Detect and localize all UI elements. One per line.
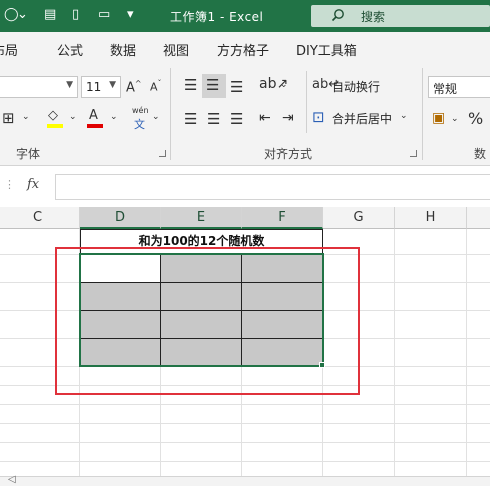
align-middle-button[interactable]: ☰ [202,74,226,98]
tab-fangfang-gezi[interactable]: 方方格子 [217,40,269,59]
font-color-button[interactable]: A [86,108,108,130]
print-preview-icon[interactable]: ▭ [98,7,110,22]
title-bar: ◯ ⌄ ▤ ▯ ▭ ▾ 工作簿1 - Excel 搜索 [0,0,490,32]
font-color-icon: A [89,108,98,123]
align-top-icon[interactable]: ☰ [184,76,197,94]
borders-icon[interactable]: ⊞ [2,109,15,127]
chevron-down-icon: ▼ [66,80,73,90]
tab-page-layout[interactable]: 布局 [0,40,18,59]
chevron-down-icon[interactable]: ⌄ [22,112,30,122]
merge-center-button[interactable]: ⊡ 合并后居中 ⌄ [312,108,417,131]
window-title: 工作簿1 - Excel [170,10,264,24]
new-file-icon[interactable]: ▯ [72,7,79,22]
undo-dropdown-icon[interactable]: ⌄ [17,7,28,22]
chevron-down-icon[interactable]: ⌄ [110,112,118,122]
column-header-g[interactable]: G [323,207,395,229]
sheet-status-bar: ◁ [0,474,490,486]
align-middle-icon: ☰ [206,76,220,94]
chevron-down-icon[interactable]: ⌄ [451,114,459,124]
search-label: 搜索 [361,10,386,24]
group-separator [170,68,171,160]
column-header-d[interactable]: D [80,207,161,229]
tab-formulas[interactable]: 公式 [57,40,83,59]
divider [306,71,307,133]
column-header-f[interactable]: F [242,207,323,229]
number-format-value: 常规 [433,82,458,96]
fill-color-button[interactable]: ◇ [45,108,67,130]
number-format-combo[interactable]: 常规 [428,76,490,98]
align-left-icon[interactable]: ☰ [184,110,197,128]
customize-toolbar-icon[interactable]: ▾ [127,7,134,22]
currency-format-icon[interactable]: ▣ [432,110,445,126]
fill-bucket-icon: ◇ [48,108,58,123]
wrap-text-label: 自动换行 [332,80,381,94]
alignment-group-label: 对齐方式 [264,147,313,161]
align-right-icon[interactable]: ☰ [230,110,243,128]
ribbon-tabs: 布局 公式 数据 视图 方方格子 DIY工具箱 [0,32,490,62]
form-icon[interactable]: ▤ [44,7,56,22]
insert-function-icon[interactable]: fx [27,177,39,192]
font-dialog-launcher-icon[interactable] [159,150,166,157]
font-name-combo[interactable]: ▼ [0,76,78,98]
search-box[interactable]: 搜索 [311,5,490,27]
align-center-icon[interactable]: ☰ [207,110,220,128]
decrease-font-icon[interactable]: Aˇ [150,79,162,94]
align-bottom-icon[interactable]: ☰ [230,78,243,96]
worksheet-grid[interactable]: C D E F G H 和为100的12个随机数 [0,207,490,477]
wrap-text-button[interactable]: ab↵ 自动换行 [312,77,422,99]
merge-cells-icon: ⊡ [312,108,325,126]
formula-input[interactable] [55,174,490,200]
tab-diy-toolbox[interactable]: DIY工具箱 [296,40,357,59]
chevron-down-icon[interactable]: ⌄ [69,112,77,122]
number-group-label: 数 [474,147,487,161]
annotation-highlight-box [55,247,360,395]
phonetic-top: wén [132,106,149,115]
alignment-dialog-launcher-icon[interactable] [410,150,417,157]
column-header-i[interactable] [467,207,490,229]
font-group-label: 字体 [16,147,41,161]
phonetic-button[interactable]: wén 文 [130,106,152,132]
column-header-h[interactable]: H [395,207,467,229]
percent-style-icon[interactable]: % [468,109,483,128]
namebox-chevron-icon[interactable]: ⋮ [4,178,15,191]
decrease-indent-icon[interactable]: ⇤ [259,110,271,126]
column-header-c[interactable]: C [0,207,80,229]
chevron-down-icon[interactable]: ⌄ [152,112,160,122]
phonetic-bottom: 文 [134,118,145,131]
ribbon: ▼ 11 ▼ A^ Aˇ ⊞ ⌄ ◇ ⌄ A ⌄ wén 文 ⌄ 字体 ☰ ☰ … [0,62,490,166]
merge-center-label: 合并后居中 [332,112,393,126]
scroll-left-icon[interactable]: ◁ [8,474,16,485]
column-header-e[interactable]: E [161,207,242,229]
tab-view[interactable]: 视图 [163,40,189,59]
increase-font-icon[interactable]: A^ [126,79,142,95]
increase-indent-icon[interactable]: ⇥ [282,110,294,126]
chevron-down-icon: ▼ [109,80,116,90]
font-size-value: 11 [86,80,102,94]
font-size-combo[interactable]: 11 ▼ [81,76,121,98]
chevron-down-icon: ⌄ [400,111,408,121]
group-separator [422,68,423,160]
formula-bar: ⋮ fx [0,167,490,207]
search-icon [331,9,344,22]
chevron-down-icon[interactable]: ⌄ [280,80,288,90]
tab-data[interactable]: 数据 [110,40,136,59]
